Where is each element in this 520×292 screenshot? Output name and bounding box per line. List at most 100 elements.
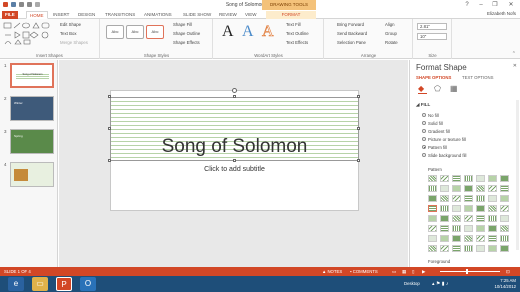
tab-text-options[interactable]: TEXT OPTIONS — [462, 75, 493, 80]
rotate-handle[interactable] — [232, 88, 237, 93]
pattern-swatch[interactable] — [440, 245, 449, 252]
wordart-style-black[interactable]: A — [222, 24, 234, 40]
wordart-style-outline[interactable]: A — [262, 23, 274, 40]
fill-option-slide-background[interactable]: Slide background fill — [422, 153, 466, 158]
shape-style-preset[interactable]: Abc — [106, 25, 124, 39]
rotate-button[interactable]: Rotate — [385, 40, 398, 45]
edit-shape-button[interactable]: Edit Shape — [60, 22, 81, 27]
pattern-swatch[interactable] — [440, 175, 449, 182]
resize-handle[interactable] — [357, 159, 360, 162]
pattern-swatch[interactable] — [488, 205, 497, 212]
slide-thumbnail-4[interactable] — [10, 162, 54, 187]
shape-outline-button[interactable]: Shape Outline — [173, 31, 200, 36]
pattern-swatch[interactable] — [488, 175, 497, 182]
send-backward-button[interactable]: Send Backward — [337, 31, 367, 36]
shape-style-preset[interactable]: Abc — [146, 25, 164, 39]
shape-width-field[interactable]: 10" — [417, 33, 447, 40]
text-outline-button[interactable]: Text Outline — [286, 31, 309, 36]
pattern-swatch[interactable] — [464, 245, 473, 252]
outlook-icon[interactable]: O — [80, 277, 96, 291]
zoom-slider[interactable] — [440, 271, 500, 272]
pattern-swatch[interactable] — [452, 245, 461, 252]
pattern-swatch[interactable] — [440, 225, 449, 232]
tab-format[interactable]: FORMAT — [266, 11, 316, 19]
pattern-swatch[interactable] — [476, 235, 485, 242]
tab-design[interactable]: DESIGN — [75, 11, 98, 19]
effects-icon[interactable]: ⬠ — [434, 85, 443, 94]
slide-thumbnail-3[interactable]: Spring — [10, 129, 54, 154]
pane-scrollbar[interactable] — [516, 100, 519, 250]
pattern-swatch[interactable] — [452, 215, 461, 222]
notes-button[interactable]: ▲ NOTES — [322, 268, 342, 275]
pattern-swatch[interactable] — [488, 215, 497, 222]
text-fill-button[interactable]: Text Fill — [286, 22, 301, 27]
pattern-swatch[interactable] — [476, 245, 485, 252]
close-button[interactable]: ✕ — [506, 1, 516, 9]
pattern-swatch[interactable] — [488, 245, 497, 252]
slideshow-view-icon[interactable]: ▶ — [422, 268, 425, 275]
restore-button[interactable]: ❐ — [490, 1, 500, 9]
tab-slide-show[interactable]: SLIDE SHOW — [180, 11, 214, 19]
pattern-swatch[interactable] — [488, 195, 497, 202]
pattern-swatch[interactable] — [488, 225, 497, 232]
fill-option-solid[interactable]: Solid fill — [422, 121, 443, 126]
user-name[interactable]: Elizabeth Nofs — [487, 11, 516, 16]
pattern-swatch[interactable] — [464, 175, 473, 182]
pattern-swatch[interactable] — [488, 235, 497, 242]
pattern-swatch[interactable] — [464, 195, 473, 202]
pattern-swatch[interactable] — [500, 205, 509, 212]
pattern-swatch[interactable] — [452, 195, 461, 202]
size-properties-icon[interactable]: ▦ — [450, 85, 459, 94]
resize-handle[interactable] — [108, 159, 111, 162]
shape-height-field[interactable]: 2.81" — [417, 23, 447, 30]
comments-button[interactable]: ▪ COMMENTS — [350, 268, 378, 275]
tab-home[interactable]: HOME — [26, 11, 48, 19]
selection-pane-button[interactable]: Selection Pane — [337, 40, 366, 45]
resize-handle[interactable] — [233, 95, 236, 98]
pattern-swatch[interactable] — [440, 195, 449, 202]
shape-effects-button[interactable]: Shape Effects — [173, 40, 200, 45]
pattern-swatch[interactable] — [428, 235, 437, 242]
collapse-ribbon-icon[interactable]: ⌃ — [512, 51, 516, 57]
tab-animations[interactable]: ANIMATIONS — [141, 11, 175, 19]
desktop-toolbar[interactable]: Desktop — [404, 281, 420, 286]
pattern-swatch[interactable] — [464, 225, 473, 232]
resize-handle[interactable] — [357, 95, 360, 98]
pattern-swatch[interactable] — [428, 205, 437, 212]
powerpoint-taskbar-icon[interactable]: P — [56, 277, 72, 291]
shapes-gallery[interactable] — [3, 22, 57, 46]
fill-line-icon[interactable]: ◆ — [418, 85, 427, 94]
fill-option-pattern[interactable]: Pattern fill — [422, 145, 447, 150]
pattern-swatch[interactable] — [476, 225, 485, 232]
shape-style-preset[interactable]: Abc — [126, 25, 144, 39]
help-button[interactable]: ? — [462, 1, 472, 9]
pattern-swatch[interactable] — [440, 235, 449, 242]
slide-thumbnail-1[interactable]: Song of Solomon — [10, 63, 54, 88]
group-button[interactable]: Group — [385, 31, 397, 36]
pattern-swatch[interactable] — [452, 185, 461, 192]
merge-shapes-button[interactable]: Merge Shapes — [60, 40, 88, 45]
text-effects-button[interactable]: Text Effects — [286, 40, 308, 45]
pattern-swatch[interactable] — [440, 215, 449, 222]
pattern-swatch[interactable] — [428, 215, 437, 222]
resize-handle[interactable] — [233, 159, 236, 162]
pattern-swatch[interactable] — [500, 245, 509, 252]
file-explorer-icon[interactable]: ▭ — [32, 277, 48, 291]
subtitle-placeholder[interactable]: Click to add subtitle — [110, 166, 359, 173]
pattern-swatch[interactable] — [476, 195, 485, 202]
pattern-swatch[interactable] — [428, 175, 437, 182]
close-pane-icon[interactable]: ✕ — [513, 63, 517, 69]
pattern-swatch[interactable] — [464, 205, 473, 212]
pattern-swatch[interactable] — [464, 215, 473, 222]
pattern-swatch[interactable] — [464, 185, 473, 192]
pattern-swatch[interactable] — [500, 195, 509, 202]
pattern-swatch[interactable] — [452, 235, 461, 242]
pattern-swatch[interactable] — [500, 175, 509, 182]
internet-explorer-icon[interactable]: e — [8, 277, 24, 291]
text-box-button[interactable]: Text Box — [60, 31, 76, 36]
pattern-swatch[interactable] — [452, 225, 461, 232]
pattern-swatch[interactable] — [488, 185, 497, 192]
pattern-swatch[interactable] — [464, 235, 473, 242]
tab-insert[interactable]: INSERT — [50, 11, 72, 19]
normal-view-icon[interactable]: ▭ — [392, 268, 396, 275]
